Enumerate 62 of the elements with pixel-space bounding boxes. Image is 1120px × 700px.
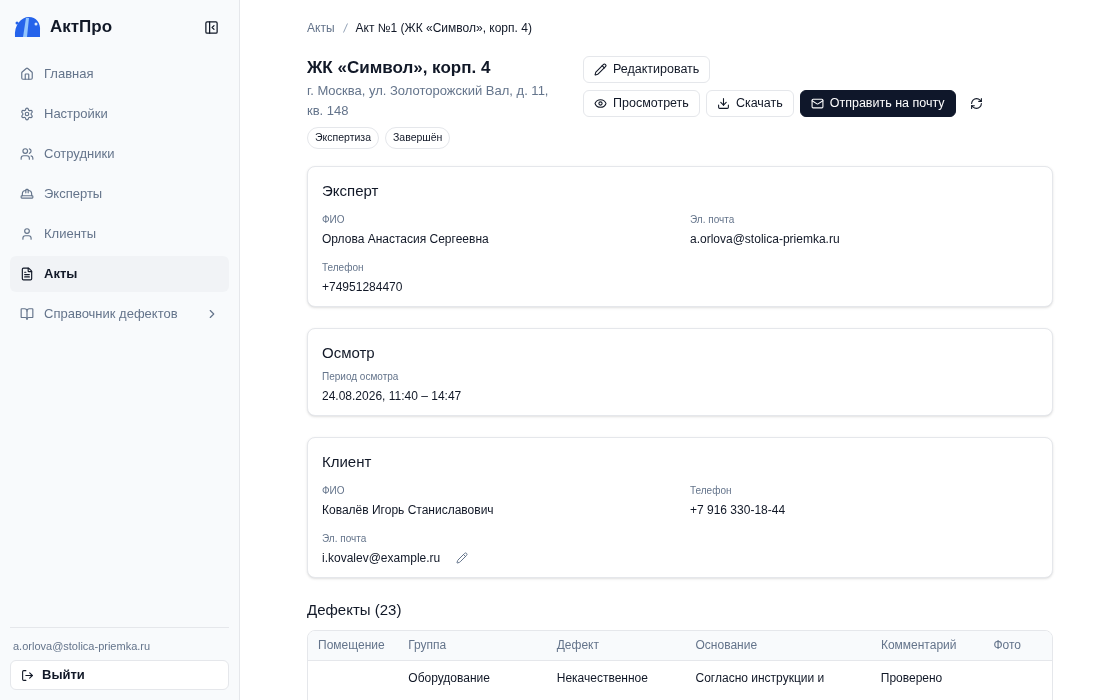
helmet-logo-icon — [12, 15, 42, 39]
book-icon — [20, 307, 34, 321]
column-header: Дефект — [556, 637, 600, 655]
nav-item[interactable]: Главная — [10, 56, 229, 92]
nav-item[interactable]: Справочник дефектов — [10, 296, 229, 332]
field-value: +74951284470 — [322, 279, 403, 297]
field-value: i.kovalev@example.ru — [322, 550, 441, 568]
field-label: Телефон — [322, 261, 365, 276]
field-value: Орлова Анастасия Сергеевна — [322, 231, 489, 249]
download-icon — [716, 97, 730, 110]
gear-icon — [20, 107, 34, 121]
home-icon — [20, 67, 34, 81]
user-email: a.orlova@stolica-priemka.ru — [12, 638, 152, 654]
send-email-button[interactable]: Отправить на почту — [799, 90, 956, 117]
field-value: +7 916 330-18-44 — [690, 502, 786, 520]
pencil-icon — [594, 63, 607, 76]
eye-icon — [594, 97, 607, 110]
field-label: ФИО — [322, 484, 346, 499]
section-title: Дефекты (23) — [307, 600, 403, 621]
logout-button[interactable]: Выйти — [10, 660, 229, 690]
download-button[interactable]: Скачать — [705, 90, 794, 117]
column-header: Фото — [993, 637, 1023, 655]
address-text: г. Москва, ул. Золоторожский Вал, д. 11, кв. 148 — [307, 82, 550, 120]
column-header: Основание — [695, 637, 759, 655]
edit-button[interactable]: Редактировать — [583, 56, 711, 83]
brand-name: АктПро — [50, 16, 113, 39]
card-title: Осмотр — [322, 343, 376, 364]
card-title: Эксперт — [322, 180, 380, 201]
field-label: ФИО — [322, 213, 346, 228]
table-cell-text: Оборудование — [408, 669, 491, 687]
nav-item[interactable]: Акты — [10, 256, 229, 292]
column-header: Помещение — [318, 637, 386, 655]
nav-item[interactable]: Клиенты — [10, 216, 229, 252]
users-icon — [20, 147, 34, 161]
table-cell-text: Согласно инструкции и — [695, 669, 826, 687]
page-title: ЖК «Символ», корп. 4 — [307, 57, 492, 79]
nav-item[interactable]: Настройки — [10, 96, 229, 132]
user-icon — [20, 227, 34, 241]
column-header: Группа — [408, 637, 448, 655]
file-icon — [20, 267, 34, 281]
field-value: 24.08.2026, 11:40 – 14:47 — [322, 387, 462, 405]
refresh-button[interactable] — [969, 97, 983, 110]
logout-icon — [21, 668, 34, 682]
field-label: Эл. почта — [322, 532, 368, 547]
view-button[interactable]: Просмотреть — [583, 90, 700, 117]
field-label: Телефон — [690, 484, 733, 499]
card-title: Клиент — [322, 451, 373, 472]
nav-item[interactable]: Сотрудники — [10, 136, 229, 172]
breadcrumb-current: Акт №1 (ЖК «Символ», корп. 4) — [355, 20, 532, 37]
field-value: a.orlova@stolica-priemka.ru — [690, 231, 840, 249]
column-header: Комментарий — [880, 637, 958, 655]
field-label: Период осмотра — [322, 369, 400, 384]
table-cell-text: Некачественное — [556, 669, 649, 687]
field-label: Эл. почта — [690, 213, 736, 228]
nav-item[interactable]: Эксперты — [10, 176, 229, 212]
edit-icon[interactable] — [456, 552, 469, 565]
field-value: Ковалёв Игорь Станиславович — [322, 502, 494, 520]
table-cell-text: Проверено — [880, 669, 944, 687]
breadcrumb-link[interactable]: Акты — [307, 19, 335, 37]
helmet-icon — [20, 187, 34, 201]
breadcrumb-separator-icon — [342, 23, 348, 33]
mail-icon — [810, 97, 824, 110]
